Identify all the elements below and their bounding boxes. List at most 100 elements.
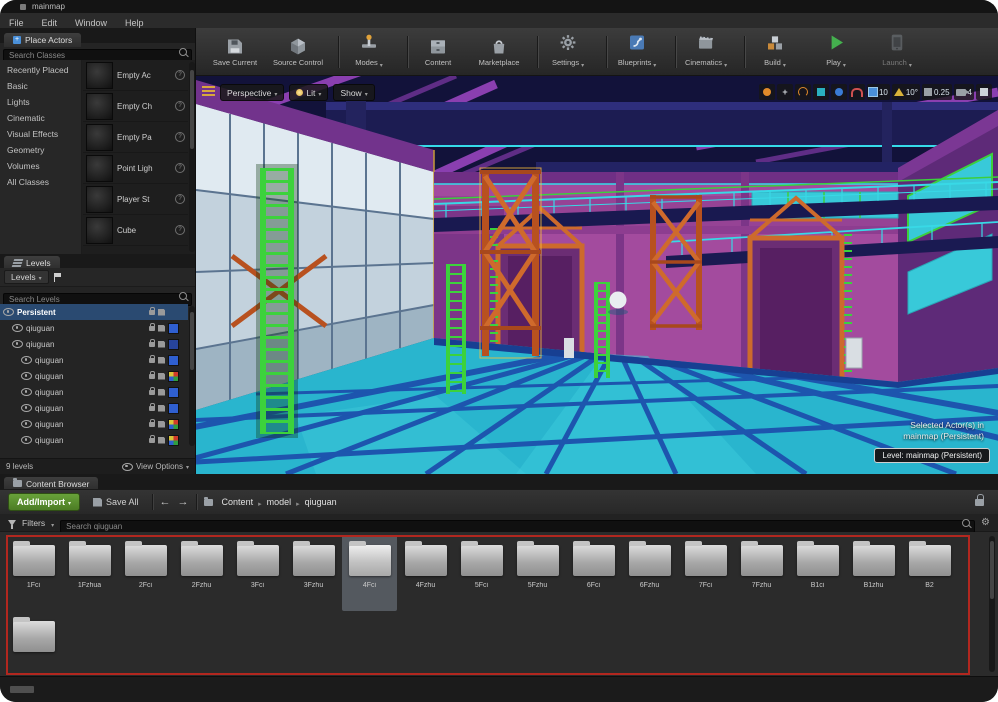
show-dropdown[interactable]: Show	[333, 84, 374, 101]
save-all-button[interactable]: Save All	[87, 494, 145, 510]
folder-tile[interactable]: 4Fci	[342, 535, 397, 611]
save-level-icon[interactable]	[158, 389, 165, 396]
level-color-chip[interactable]	[168, 403, 179, 414]
add-import-button[interactable]: Add/Import	[8, 493, 80, 511]
category-cinematic[interactable]: Cinematic	[0, 110, 81, 126]
save-level-icon[interactable]	[158, 309, 165, 316]
level-color-chip[interactable]	[168, 419, 179, 430]
level-color-chip[interactable]	[168, 323, 179, 334]
save-level-icon[interactable]	[158, 325, 165, 332]
folder-tile[interactable]: 3Fzhu	[286, 535, 341, 611]
visibility-eye-icon[interactable]	[12, 340, 23, 348]
lock-icon[interactable]	[149, 422, 155, 427]
build-button[interactable]: Build	[752, 32, 798, 72]
lock-icon[interactable]	[149, 438, 155, 443]
level-color-chip[interactable]	[168, 339, 179, 350]
viewport-options-icon[interactable]	[202, 86, 215, 88]
save-level-icon[interactable]	[158, 357, 165, 364]
filters-button[interactable]: Filters	[22, 518, 45, 528]
visibility-eye-icon[interactable]	[21, 420, 32, 428]
lock-icon[interactable]	[149, 374, 155, 379]
folder-tile[interactable]: 5Fzhu	[510, 535, 565, 611]
level-row[interactable]: qiuguan	[0, 400, 188, 416]
category-recently-placed[interactable]: Recently Placed	[0, 62, 81, 78]
save-level-icon[interactable]	[158, 437, 165, 444]
folder-tile[interactable]: B2	[902, 535, 957, 611]
scale-snap-button[interactable]: 0.25	[922, 84, 952, 100]
scrollbar-thumb[interactable]	[990, 541, 994, 598]
place-actor-item[interactable]: Empty Ac	[83, 60, 188, 91]
source-control-button[interactable]: Source Control	[273, 36, 323, 67]
level-row[interactable]: qiuguan	[0, 352, 188, 368]
content-button[interactable]: Content	[415, 36, 461, 67]
folder-tile[interactable]: 2Fzhu	[174, 535, 229, 611]
folder-tile[interactable]: B1zhu	[846, 535, 901, 611]
save-current-button[interactable]: Save Current	[212, 36, 258, 67]
lock-icon[interactable]	[149, 326, 155, 331]
marketplace-button[interactable]: Marketplace	[476, 36, 522, 67]
menu-item-file[interactable]: File	[0, 16, 33, 28]
lock-icon[interactable]	[975, 499, 984, 506]
maximize-viewport-icon[interactable]	[976, 84, 992, 100]
lock-icon[interactable]	[149, 406, 155, 411]
folder-tile[interactable]: 1Fzhua	[62, 535, 117, 611]
view-options-button[interactable]: View Options	[122, 462, 189, 471]
place-actor-item[interactable]: Player St	[83, 184, 188, 215]
folder-tile[interactable]	[6, 611, 61, 676]
lock-icon[interactable]	[149, 342, 155, 347]
category-lights[interactable]: Lights	[0, 94, 81, 110]
folder-tile[interactable]: 2Fci	[118, 535, 173, 611]
folder-tile[interactable]: 5Fci	[454, 535, 509, 611]
scrollbar[interactable]	[989, 536, 995, 672]
grid-snap-button[interactable]: 10	[867, 84, 890, 100]
scrollbar[interactable]	[189, 62, 195, 252]
visibility-eye-icon[interactable]	[21, 388, 32, 396]
breadcrumb-item[interactable]: model	[265, 497, 294, 507]
menu-item-window[interactable]: Window	[66, 16, 116, 28]
lock-icon[interactable]	[149, 390, 155, 395]
level-row[interactable]: Persistent	[0, 304, 188, 320]
place-actor-item[interactable]: Empty Pa	[83, 122, 188, 153]
sphere-actor[interactable]	[610, 292, 627, 309]
cinematics-button[interactable]: Cinematics	[683, 32, 729, 72]
visibility-eye-icon[interactable]	[21, 436, 32, 444]
level-row[interactable]: qiuguan	[0, 416, 188, 432]
level-color-chip[interactable]	[168, 435, 179, 446]
lock-icon[interactable]	[149, 358, 155, 363]
visibility-eye-icon[interactable]	[12, 324, 23, 332]
folder-tile[interactable]: 1Fci	[6, 535, 61, 611]
rotation-snap-button[interactable]: 10°	[892, 84, 920, 100]
surface-snap-icon[interactable]	[849, 84, 865, 100]
breadcrumb-item[interactable]: qiuguan	[303, 497, 339, 507]
scrollbar[interactable]	[189, 306, 195, 446]
folder-tile[interactable]: 6Fci	[566, 535, 621, 611]
level-color-chip[interactable]	[168, 355, 179, 366]
cycle-transform-icon[interactable]	[759, 84, 775, 100]
visibility-eye-icon[interactable]	[21, 404, 32, 412]
folder-tile[interactable]: 3Fci	[230, 535, 285, 611]
folder-tile[interactable]: 4Fzhu	[398, 535, 453, 611]
viewport-scene[interactable]	[196, 76, 998, 474]
level-row[interactable]: qiuguan	[0, 320, 188, 336]
level-color-chip[interactable]	[168, 387, 179, 398]
level-row[interactable]: qiuguan	[0, 384, 188, 400]
scrollbar-thumb[interactable]	[190, 70, 194, 150]
scrollbar-thumb[interactable]	[190, 312, 194, 371]
back-button[interactable]: ←	[160, 497, 171, 508]
visibility-eye-icon[interactable]	[21, 372, 32, 380]
place-actor-item[interactable]: Empty Ch	[83, 91, 188, 122]
level-row[interactable]: qiuguan	[0, 336, 188, 352]
levels-dropdown[interactable]: Levels	[4, 270, 49, 284]
folder-tile[interactable]: 7Fci	[678, 535, 733, 611]
place-actor-item[interactable]: Point Ligh	[83, 153, 188, 184]
place-actor-item[interactable]: Cube	[83, 215, 188, 246]
lit-dropdown[interactable]: Lit	[289, 84, 328, 101]
category-geometry[interactable]: Geometry	[0, 142, 81, 158]
forward-button[interactable]: →	[178, 497, 189, 508]
save-level-icon[interactable]	[158, 373, 165, 380]
category-all-classes[interactable]: All Classes	[0, 174, 81, 190]
folder-tile[interactable]: 7Fzhu	[734, 535, 789, 611]
lock-icon[interactable]	[149, 310, 155, 315]
move-tool-icon[interactable]	[777, 84, 793, 100]
blueprints-button[interactable]: Blueprints	[614, 32, 660, 72]
